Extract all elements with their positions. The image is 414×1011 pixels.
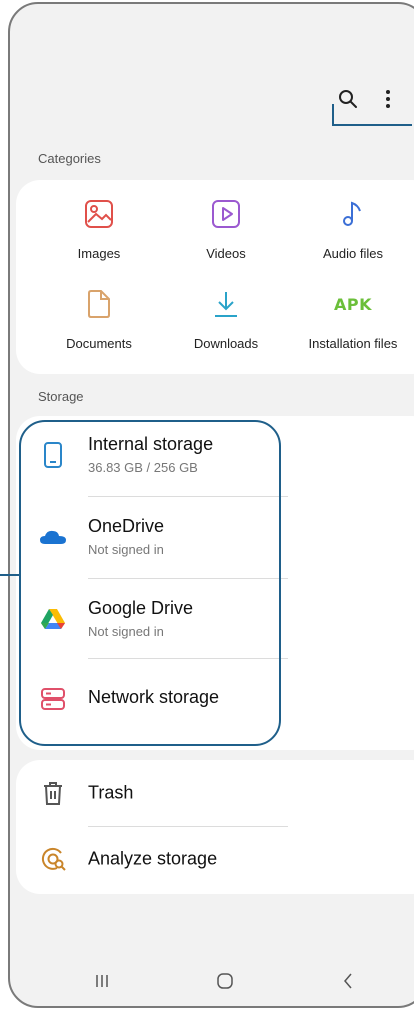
category-audio-files[interactable]: Audio files [298,194,408,261]
trash-item[interactable]: Trash [16,760,414,826]
category-label: Documents [66,336,132,351]
tool-title: Trash [88,782,134,803]
divider [88,496,288,497]
storage-network[interactable]: Network storage [16,660,414,738]
category-videos[interactable]: Videos [171,194,281,261]
video-icon [212,200,240,228]
phone-frame: Categories Images Videos Audio files Doc… [8,2,414,1008]
back-icon [344,973,352,989]
storage-subtitle: Not signed in [88,624,164,639]
tool-title: Analyze storage [88,848,218,869]
home-icon [217,973,233,989]
recents-icon [96,975,108,987]
category-downloads[interactable]: Downloads [171,284,281,351]
server-icon [41,688,65,710]
category-label: Audio files [323,246,383,261]
home-button[interactable] [205,964,245,998]
storage-onedrive[interactable]: OneDrive Not signed in [16,498,414,576]
google-drive-icon [41,609,65,629]
storage-card: Internal storage 36.83 GB / 256 GB OneDr… [16,416,414,750]
category-documents[interactable]: Documents [44,284,154,351]
divider [88,658,288,659]
navigation-bar [10,964,414,998]
category-label: Images [77,246,121,261]
trash-icon [44,782,62,805]
music-note-icon [343,201,361,226]
image-icon [85,200,113,228]
back-button[interactable] [328,964,368,998]
category-label: Downloads [193,336,259,351]
category-images[interactable]: Images [44,194,154,261]
storage-subtitle: 36.83 GB / 256 GB [88,460,198,475]
analyze-storage-item[interactable]: Analyze storage [16,826,414,892]
callout-line-search [332,104,412,126]
analyze-storage-icon [41,847,66,871]
tools-card: Trash Analyze storage [16,760,414,894]
categories-heading: Categories [38,151,101,166]
storage-title: Internal storage [88,434,214,454]
phone-icon [44,442,62,468]
onedrive-cloud-icon [40,530,66,544]
callout-line-storage [0,574,20,576]
category-installation-files[interactable]: APK Installation files [298,284,408,352]
category-label: Installation files [308,336,398,351]
storage-title: Google Drive [88,598,194,618]
recents-button[interactable] [82,964,122,998]
storage-subtitle: Not signed in [88,542,164,557]
storage-google-drive[interactable]: Google Drive Not signed in [16,580,414,658]
storage-title: Network storage [88,687,220,707]
categories-card: Images Videos Audio files Documents Down… [16,180,414,374]
download-icon [215,292,237,317]
divider [88,578,288,579]
storage-title: OneDrive [88,516,165,536]
storage-internal[interactable]: Internal storage 36.83 GB / 256 GB [16,416,414,494]
storage-heading: Storage [38,389,84,404]
apk-icon: APK [333,294,372,314]
category-label: Videos [206,246,246,261]
document-icon [88,290,110,318]
